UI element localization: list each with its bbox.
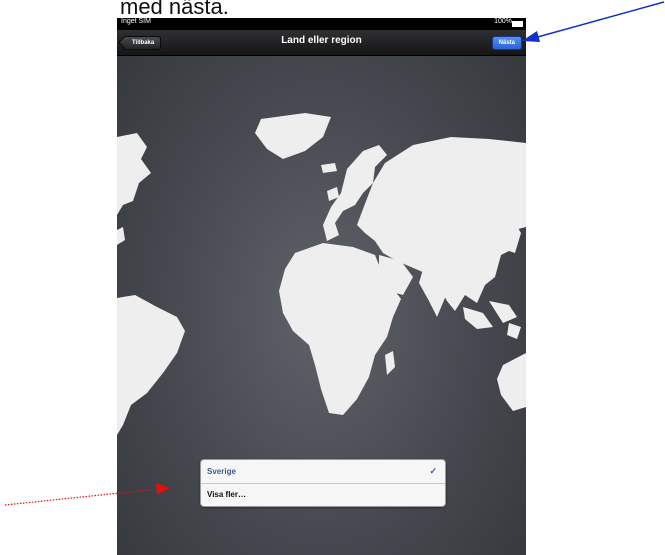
red-arrow-annotation <box>4 483 170 506</box>
blue-arrow-annotation <box>522 1 665 42</box>
annotation-arrows <box>4 1 665 506</box>
